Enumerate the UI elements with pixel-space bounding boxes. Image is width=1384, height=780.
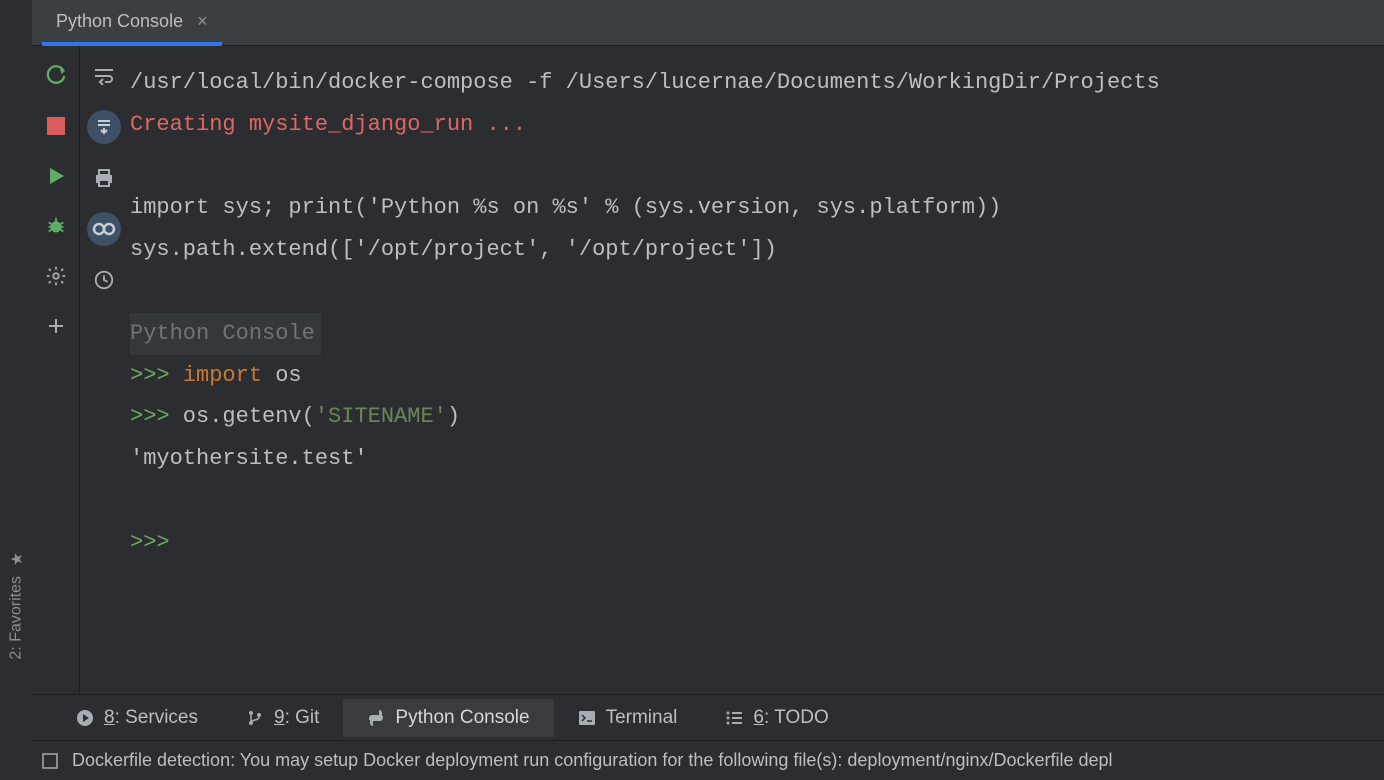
status-message: Dockerfile detection: You may setup Dock… xyxy=(72,750,1113,771)
soft-wrap-icon[interactable] xyxy=(92,64,116,88)
input-line: >>> os.getenv('SITENAME') xyxy=(128,396,1384,438)
console-toolbar-secondary xyxy=(80,46,128,694)
tab-label: 8: Services xyxy=(104,707,198,729)
section-header-line: Python Console xyxy=(128,313,1384,355)
terminal-icon xyxy=(578,709,596,727)
settings-icon[interactable] xyxy=(44,264,68,288)
services-tab[interactable]: 8: Services xyxy=(52,699,222,737)
status-bar: Dockerfile detection: You may setup Dock… xyxy=(32,740,1384,780)
checkbox-icon[interactable] xyxy=(42,753,58,769)
run-icon[interactable] xyxy=(44,164,68,188)
rerun-icon[interactable] xyxy=(44,64,68,88)
console-output[interactable]: /usr/local/bin/docker-compose -f /Users/… xyxy=(128,46,1384,694)
git-branch-icon xyxy=(246,709,264,727)
show-variables-icon[interactable] xyxy=(87,212,121,246)
section-header: Python Console xyxy=(130,313,321,355)
play-circle-icon xyxy=(76,709,94,727)
prompt: >>> xyxy=(130,404,170,429)
input-line[interactable]: >>> xyxy=(128,522,1384,564)
git-tab[interactable]: 9: Git xyxy=(222,699,343,737)
prompt: >>> xyxy=(130,363,170,388)
keyword: import xyxy=(183,363,262,388)
tab-label: Terminal xyxy=(606,707,678,729)
output-line: 'myothersite.test' xyxy=(128,438,1384,480)
print-icon[interactable] xyxy=(92,166,116,190)
python-console-bottom-tab[interactable]: Python Console xyxy=(343,699,553,737)
output-line: /usr/local/bin/docker-compose -f /Users/… xyxy=(128,62,1384,104)
bottom-tool-tabs: 8: Services 9: Git Python Console Termin… xyxy=(32,694,1384,740)
terminal-tab[interactable]: Terminal xyxy=(554,699,702,737)
close-icon[interactable]: × xyxy=(197,11,208,32)
favorites-tab[interactable]: 2: Favorites ★ xyxy=(7,551,26,660)
favorites-label: 2: Favorites xyxy=(7,576,25,660)
console-body: /usr/local/bin/docker-compose -f /Users/… xyxy=(32,46,1384,694)
left-sidebar: 2: Favorites ★ xyxy=(0,0,32,780)
tab-title: Python Console xyxy=(56,11,183,32)
output-line xyxy=(128,480,1384,522)
history-icon[interactable] xyxy=(92,268,116,292)
list-icon xyxy=(725,709,743,727)
code: os.getenv( xyxy=(170,404,315,429)
tab-label: 9: Git xyxy=(274,707,319,729)
string-literal: 'SITENAME' xyxy=(315,404,447,429)
tab-label: 6: TODO xyxy=(753,707,828,729)
python-icon xyxy=(367,709,385,727)
input-line: >>> import os xyxy=(128,355,1384,397)
main-area: Python Console × xyxy=(32,0,1384,780)
output-line: sys.path.extend(['/opt/project', '/opt/p… xyxy=(128,229,1384,271)
tool-window-tab-bar: Python Console × xyxy=(32,0,1384,46)
add-icon[interactable] xyxy=(44,314,68,338)
stop-icon[interactable] xyxy=(44,114,68,138)
console-toolbar-primary xyxy=(32,46,80,694)
output-line xyxy=(128,271,1384,313)
todo-tab[interactable]: 6: TODO xyxy=(701,699,852,737)
output-line xyxy=(128,146,1384,188)
output-line: import sys; print('Python %s on %s' % (s… xyxy=(128,187,1384,229)
scroll-to-end-icon[interactable] xyxy=(87,110,121,144)
star-icon: ★ xyxy=(7,551,26,570)
code: ) xyxy=(447,404,460,429)
tab-label: Python Console xyxy=(395,707,529,729)
python-console-tab[interactable]: Python Console × xyxy=(42,1,222,46)
code: os xyxy=(262,363,302,388)
output-line: Creating mysite_django_run ... xyxy=(128,104,1384,146)
prompt: >>> xyxy=(130,530,170,555)
debug-icon[interactable] xyxy=(44,214,68,238)
